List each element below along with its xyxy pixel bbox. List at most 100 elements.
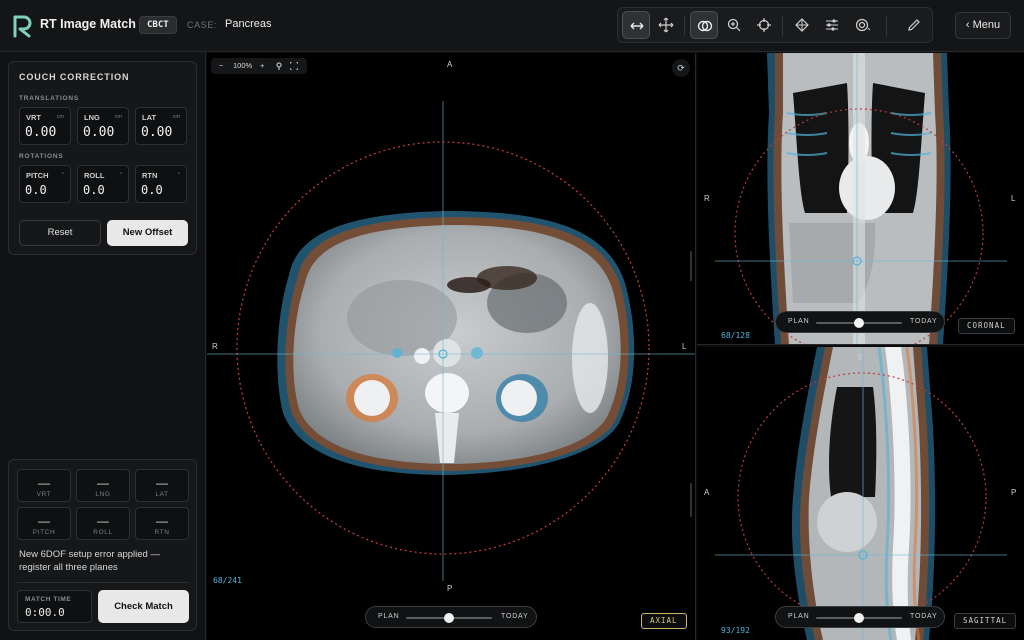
lng-input[interactable]: LNG cm 0.00 [77, 107, 129, 145]
zoom-out-button[interactable]: − [219, 61, 223, 70]
mode-badge[interactable]: CBCT [139, 16, 177, 34]
coronal-viewport[interactable]: S R L 68/128 PLAN TODAY CORONAL [697, 53, 1024, 345]
field-label: RTN [142, 171, 158, 180]
blend-slider[interactable]: PLAN TODAY [775, 606, 945, 628]
view-tag-coronal[interactable]: CORONAL [958, 318, 1015, 334]
orientation-left: L [1011, 194, 1016, 203]
view-tag-axial[interactable]: AXIAL [641, 613, 687, 629]
field-value: 0.00 [141, 125, 173, 140]
timer-label: MATCH TIME [25, 596, 72, 603]
match-timer: MATCH TIME 0:00.0 [17, 590, 92, 623]
result-value: — [38, 476, 50, 490]
blend-knob[interactable] [854, 613, 864, 623]
result-value: — [97, 514, 109, 528]
check-match-button[interactable]: Check Match [98, 590, 189, 623]
case-name: Pancreas [225, 18, 272, 30]
reset-view-button[interactable]: ⟳ [672, 59, 690, 77]
tool-group [617, 7, 933, 43]
orientation-superior: S [857, 59, 863, 68]
result-label: LAT [155, 491, 169, 498]
zoom-in-button[interactable]: + [260, 61, 264, 70]
result-label: PITCH [32, 529, 56, 536]
blend-tool-button[interactable] [690, 11, 718, 39]
slice-index: 93/192 [721, 626, 750, 635]
zoom-controls: − 100% + [211, 58, 307, 74]
pitch-input[interactable]: PITCH ° 0.0 [19, 165, 71, 203]
blend-slider[interactable]: PLAN TODAY [365, 606, 537, 628]
left-panel: COUCH CORRECTION TRANSLATIONS VRT cm 0.0… [0, 52, 206, 640]
pin-icon[interactable] [275, 62, 283, 70]
slice-index: 68/241 [213, 576, 242, 585]
field-unit: ° [177, 172, 180, 178]
blend-slider[interactable]: PLAN TODAY [775, 311, 945, 333]
roll-input[interactable]: ROLL ° 0.0 [77, 165, 129, 203]
result-vrt: — VRT [17, 469, 71, 502]
result-rtn: — RTN [135, 507, 189, 540]
contour-icon [855, 18, 870, 32]
window-level-tool-button[interactable] [818, 11, 846, 39]
divider [17, 582, 189, 583]
app-logo-icon [13, 15, 32, 38]
rtn-input[interactable]: RTN ° 0.0 [135, 165, 187, 203]
orientation-left: L [682, 342, 687, 351]
field-label: ROLL [84, 171, 105, 180]
crosshair-tool-button[interactable] [750, 11, 778, 39]
isocenter-tool-button[interactable] [788, 11, 816, 39]
sagittal-ct-image [715, 347, 1007, 640]
result-value: — [97, 476, 109, 490]
result-label: RTN [154, 529, 170, 536]
sagittal-viewport[interactable]: S A P 93/192 PLAN TODAY SAGITTAL [697, 347, 1024, 640]
reset-button[interactable]: Reset [19, 220, 101, 246]
field-label: PITCH [26, 171, 49, 180]
field-label: LNG [84, 113, 100, 122]
fit-icon[interactable] [290, 62, 298, 70]
contour-tool-button[interactable] [848, 11, 876, 39]
top-bar: RT Image Match CBCT CASE: Pancreas ‹ Men… [0, 0, 1024, 52]
blend-knob[interactable] [444, 613, 454, 623]
blend-right-label: TODAY [910, 613, 938, 620]
zoom-level: 100% [233, 61, 253, 70]
coronal-ct-image [715, 53, 1007, 344]
result-value: — [156, 476, 168, 490]
annotate-tool-button[interactable] [900, 11, 928, 39]
result-pitch: — PITCH [17, 507, 71, 540]
orientation-right: R [704, 194, 710, 203]
result-label: VRT [36, 491, 52, 498]
couch-correction-card: COUCH CORRECTION TRANSLATIONS VRT cm 0.0… [8, 61, 197, 255]
field-unit: cm [172, 114, 180, 120]
menu-button[interactable]: ‹ Menu [955, 12, 1011, 39]
blend-knob[interactable] [854, 318, 864, 328]
isocenter-icon [795, 18, 809, 32]
toolbar-divider [684, 16, 685, 36]
field-label: VRT [26, 113, 41, 122]
toolbar-divider [782, 16, 783, 36]
result-value: — [156, 514, 168, 528]
rotations-label: ROTATIONS [19, 153, 64, 160]
orientation-posterior: P [1011, 488, 1017, 497]
blend-right-label: TODAY [910, 318, 938, 325]
lat-input[interactable]: LAT cm 0.00 [135, 107, 187, 145]
zoom-icon [727, 18, 741, 32]
orientation-anterior: A [447, 60, 453, 69]
result-roll: — ROLL [76, 507, 130, 540]
scroll-tool-button[interactable] [622, 11, 650, 39]
pan-tool-button[interactable] [652, 11, 680, 39]
vrt-input[interactable]: VRT cm 0.00 [19, 107, 71, 145]
status-message: New 6DOF setup error applied — register … [19, 549, 160, 573]
blend-icon [697, 20, 713, 32]
orientation-posterior: P [447, 584, 453, 593]
field-unit: ° [61, 172, 64, 178]
result-lat: — LAT [135, 469, 189, 502]
pan-icon [658, 17, 674, 33]
axial-viewport[interactable]: − 100% + ⟳ A P R L 68/241 PLAN TODAY AXI… [207, 53, 696, 640]
orientation-anterior: A [704, 488, 710, 497]
app-title: RT Image Match [40, 17, 136, 31]
result-label: LNG [95, 491, 111, 498]
new-offset-button[interactable]: New Offset [107, 220, 188, 246]
zoom-tool-button[interactable] [720, 11, 748, 39]
scroll-icon [630, 22, 644, 30]
blend-right-label: TODAY [501, 613, 529, 620]
view-tag-sagittal[interactable]: SAGITTAL [954, 613, 1017, 629]
annotate-icon [908, 19, 920, 31]
field-value: 0.00 [83, 125, 115, 140]
